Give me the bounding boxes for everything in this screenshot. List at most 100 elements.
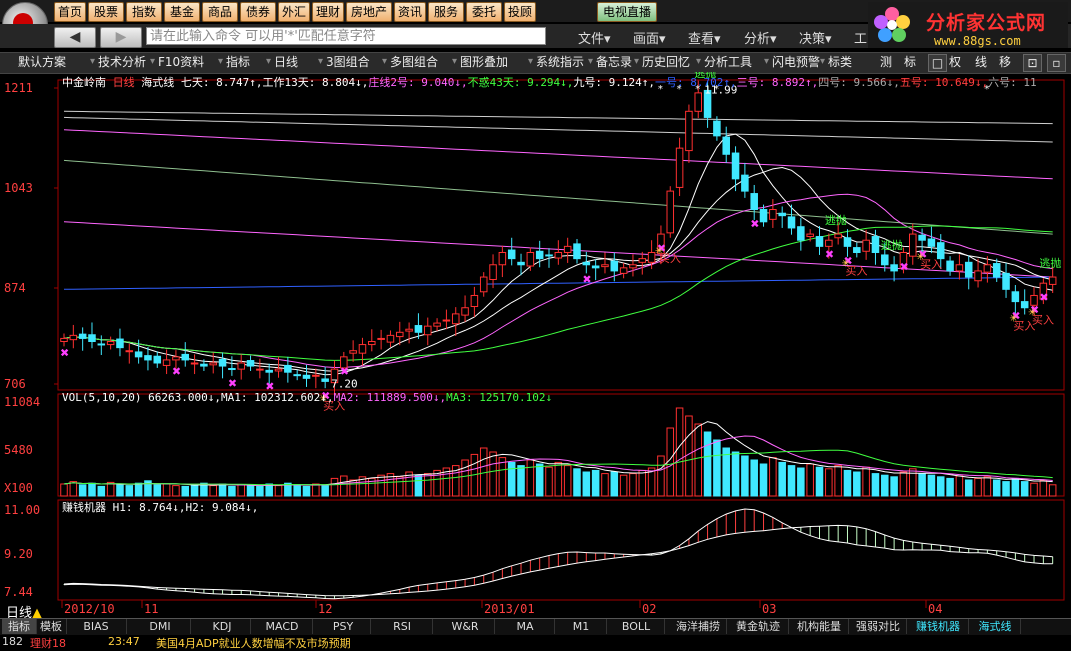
toolbar-dropdown-icon[interactable]: ▾ — [528, 56, 533, 67]
stock-chart[interactable]: 12111043874706110845480X10011.009.207.44… — [0, 72, 1071, 618]
toolbar-item-0[interactable]: 默认方案 — [18, 54, 66, 71]
toolbar-right-3[interactable]: 线 — [975, 54, 987, 71]
candle-body — [479, 276, 488, 293]
toolbar-item-4[interactable]: 日线 — [274, 54, 298, 71]
toolbar-item-8[interactable]: 系统指示 — [536, 54, 584, 71]
toolbar-item-3[interactable]: 指标 — [226, 54, 250, 71]
tab-5[interactable]: MACD — [252, 619, 313, 634]
main-ma-value-3: 不惑43天: 9.294↓, — [467, 76, 574, 89]
tab-17[interactable]: 海式线 — [970, 619, 1021, 634]
toolbar-item-7[interactable]: 图形叠加 — [460, 54, 508, 71]
candle-body — [78, 333, 87, 339]
indicator-ylabel-1: 9.20 — [4, 547, 33, 561]
candle-body — [377, 337, 385, 340]
tab-15[interactable]: 强弱对比 — [850, 619, 907, 634]
menu-button-11[interactable]: 委托 — [466, 2, 502, 22]
menu-button-7[interactable]: 理财 — [312, 2, 344, 22]
volume-bar — [153, 484, 162, 497]
tab-14[interactable]: 机构能量 — [790, 619, 849, 634]
status-code: 182 — [2, 635, 23, 648]
menu-tv-live-button[interactable]: 电视直播 — [597, 2, 657, 22]
indicator-h1-line — [63, 508, 1053, 600]
tab-1[interactable]: 模板 — [36, 619, 67, 634]
toolbar-dropdown-icon[interactable]: ▾ — [764, 56, 769, 67]
toolbar-dropdown-icon[interactable]: ▾ — [820, 56, 825, 67]
menu-button-3[interactable]: 基金 — [164, 2, 200, 22]
main-ma-value-4: 九号: 9.124↑, — [573, 76, 656, 89]
toolbar-item-2[interactable]: F10资料 — [158, 54, 204, 71]
toolbar-dropdown-icon[interactable]: ▾ — [318, 56, 323, 67]
tab-9[interactable]: MA — [496, 619, 555, 634]
command-input[interactable]: 请在此输入命令 可以用'*'匹配任意字符 — [146, 27, 546, 45]
tab-3[interactable]: DMI — [130, 619, 191, 634]
nav-menu-0[interactable]: 文件▾ — [578, 28, 611, 47]
toolbar-right-4[interactable]: 移 — [999, 54, 1011, 71]
nav-menu-2[interactable]: 查看▾ — [688, 28, 721, 47]
toolbar-item-11[interactable]: 分析工具 — [704, 54, 752, 71]
menu-button-6[interactable]: 外汇 — [278, 2, 310, 22]
toolbar-dropdown-icon[interactable]: ▾ — [382, 56, 387, 67]
toolbar-right-2[interactable]: 权 — [949, 54, 961, 71]
buy-signal-icon: ✳ — [1009, 314, 1017, 325]
toolbar-item-1[interactable]: 技术分析 — [98, 54, 146, 71]
menu-button-8[interactable]: 房地产 — [346, 2, 392, 22]
menu-button-1[interactable]: 股票 — [88, 2, 124, 22]
candle-body — [722, 136, 730, 155]
tab-7[interactable]: RSI — [372, 619, 433, 634]
tab-6[interactable]: PSY — [316, 619, 371, 634]
volume-bar — [423, 473, 432, 497]
status-news[interactable]: 美国4月ADP就业人数增幅不及市场预期 — [156, 635, 351, 651]
toolbar-dropdown-icon[interactable]: ▾ — [90, 56, 95, 67]
back-arrow-icon[interactable]: ◀ — [54, 27, 96, 48]
toolbar-item-5[interactable]: 3图组合 — [326, 54, 370, 71]
forward-arrow-icon[interactable]: ▶ — [100, 27, 142, 48]
tab-11[interactable]: BOLL — [608, 619, 665, 634]
tab-10[interactable]: M1 — [556, 619, 607, 634]
volume-bar — [507, 461, 516, 497]
nav-menu-3[interactable]: 分析▾ — [744, 28, 777, 47]
toolbar-dropdown-icon[interactable]: ▾ — [634, 56, 639, 67]
toolbar-dropdown-icon[interactable]: ▾ — [452, 56, 457, 67]
toolbar-right-1[interactable]: 标 — [904, 54, 916, 71]
nav-menu-5[interactable]: 工 — [854, 28, 867, 47]
toolbar-square-icon-0[interactable]: □ — [928, 54, 947, 72]
volume-bar — [340, 475, 348, 497]
toolbar-item-6[interactable]: 多图组合 — [390, 54, 438, 71]
toolbar-dropdown-icon[interactable]: ▾ — [266, 56, 271, 67]
menu-button-0[interactable]: 首页 — [54, 2, 86, 22]
toolbar-dropdown-icon[interactable]: ▾ — [588, 56, 593, 67]
toolbar-item-10[interactable]: 历史回忆 — [642, 54, 690, 71]
menu-button-12[interactable]: 投顾 — [504, 2, 536, 22]
tab-0[interactable]: 指标 — [2, 619, 37, 634]
signal-x-marker: ✖ — [582, 273, 591, 286]
toolbar-square-icon-2[interactable]: ▫ — [1047, 54, 1066, 72]
menu-button-4[interactable]: 商品 — [202, 2, 238, 22]
menu-button-9[interactable]: 资讯 — [394, 2, 426, 22]
toolbar-item-12[interactable]: 闪电预警 — [772, 54, 820, 71]
toolbar-dropdown-icon[interactable]: ▾ — [150, 56, 155, 67]
tab-12[interactable]: 海洋捕捞 — [670, 619, 727, 634]
toolbar-right-0[interactable]: 测 — [880, 54, 892, 71]
candle-body — [582, 261, 591, 266]
menu-button-2[interactable]: 指数 — [126, 2, 162, 22]
nav-menu-1[interactable]: 画面▾ — [633, 28, 666, 47]
toolbar-square-icon-1[interactable]: ⊡ — [1023, 54, 1042, 72]
volume-bar — [274, 485, 283, 497]
nav-menu-4[interactable]: 决策▾ — [799, 28, 832, 47]
tab-4[interactable]: KDJ — [194, 619, 251, 634]
toolbar-dropdown-icon[interactable]: ▾ — [696, 56, 701, 67]
candle-body — [713, 120, 721, 137]
tab-13[interactable]: 黄金轨迹 — [728, 619, 789, 634]
toolbar-item-13[interactable]: 标类 — [828, 54, 852, 71]
toolbar-dropdown-icon[interactable]: ▾ — [218, 56, 223, 67]
tab-16[interactable]: 赚钱机器 — [908, 619, 969, 634]
menu-button-10[interactable]: 服务 — [428, 2, 464, 22]
date-label-0: 2012/10 — [64, 602, 115, 616]
brand-url[interactable]: www.88gs.com — [934, 34, 1021, 48]
tab-2[interactable]: BIAS — [66, 619, 127, 634]
candle-body — [246, 360, 255, 367]
menu-button-5[interactable]: 债券 — [240, 2, 276, 22]
toolbar-item-9[interactable]: 备忘录 — [596, 54, 632, 71]
flower-logo-icon — [872, 6, 912, 44]
tab-8[interactable]: W&R — [436, 619, 495, 634]
